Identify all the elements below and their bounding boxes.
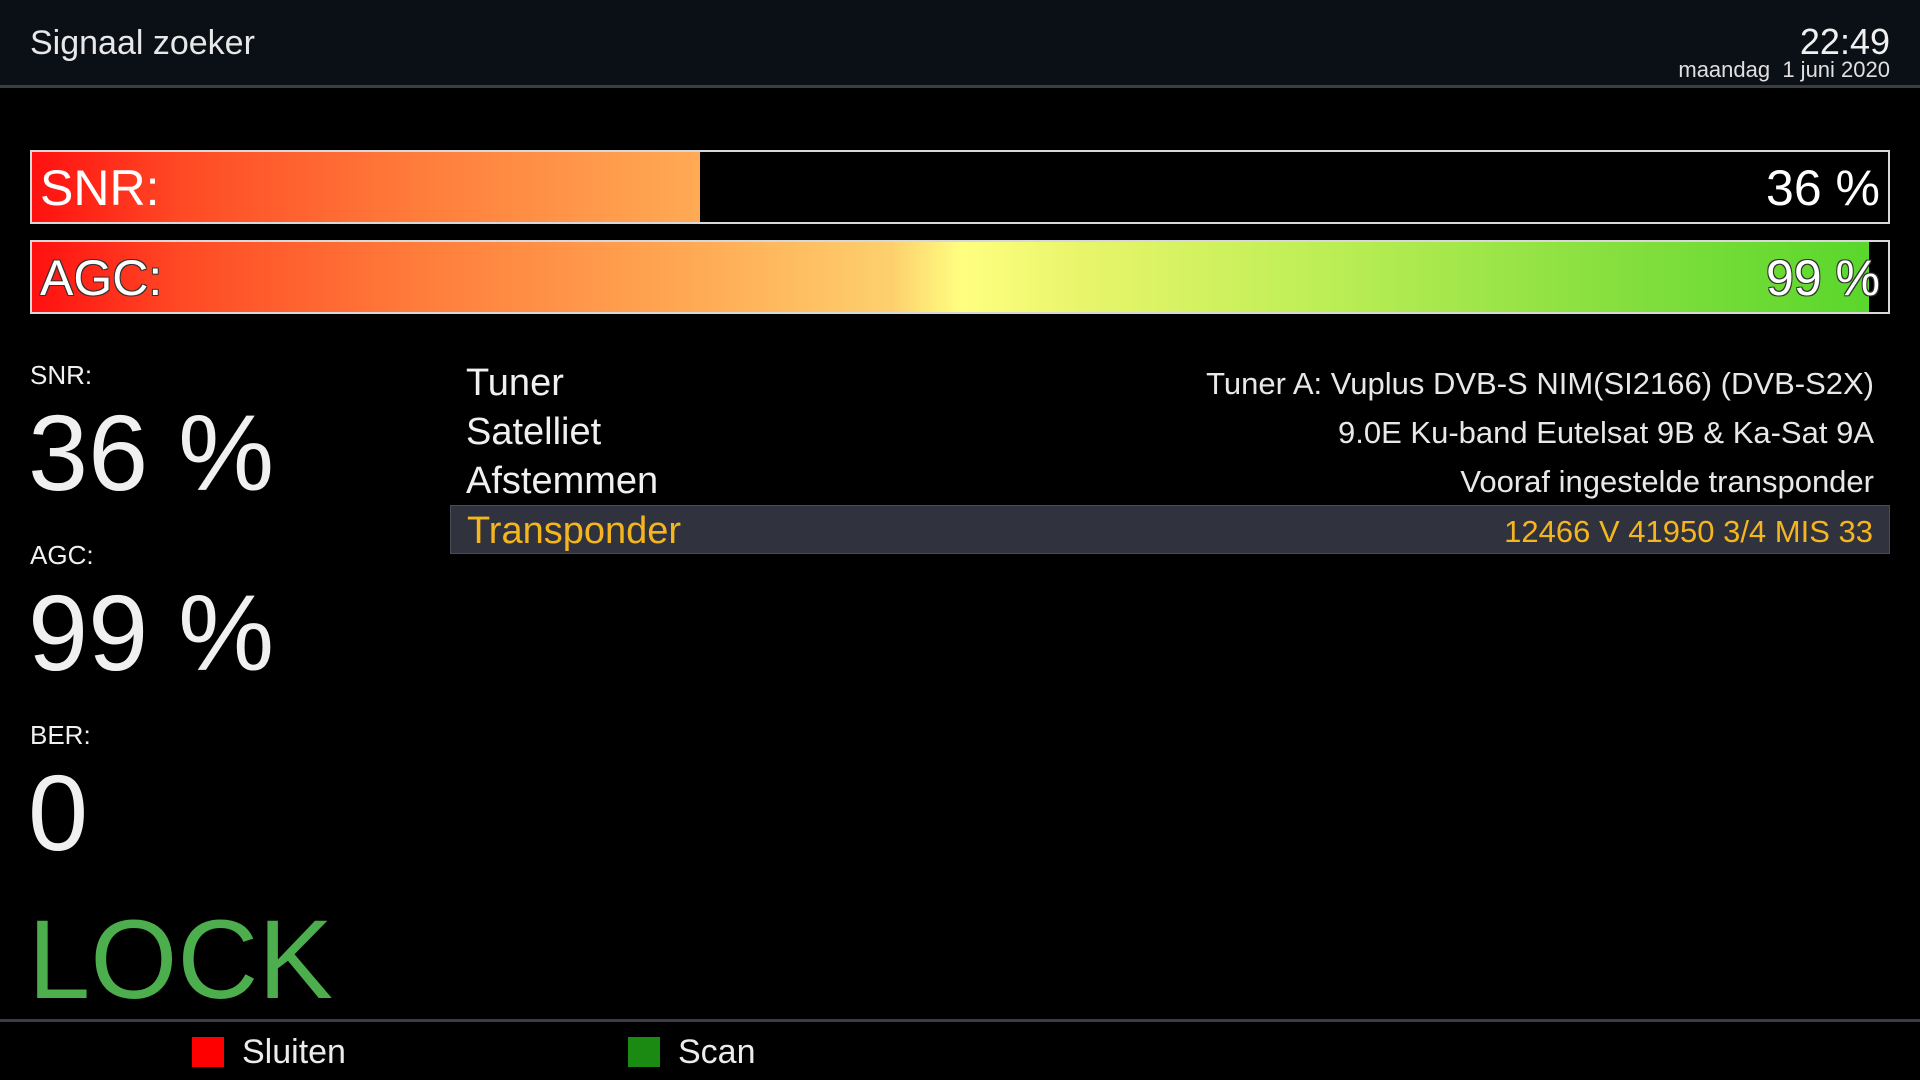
page-title: Signaal zoeker [30,24,255,62]
snr-bar-label: SNR: [40,160,160,216]
header-bar: Signaal zoeker 22:49 maandag 1 juni 2020 [0,0,1920,88]
scan-button-label[interactable]: Scan [678,1032,756,1072]
info-key: Tuner [466,362,564,404]
agc-stat-value: 99 % [28,572,275,693]
snr-level-bar: SNR: 36 % [30,150,1890,224]
agc-bar-value: 99 % [1766,250,1880,306]
info-row-satellite[interactable]: Satelliet 9.0E Ku-band Eutelsat 9B & Ka-… [450,407,1890,456]
tuner-info-list: Tuner Tuner A: Vuplus DVB-S NIM(SI2166) … [450,358,1890,554]
snr-bar-value: 36 % [1766,160,1880,216]
snr-stat-label: SNR: [30,360,93,390]
info-value: 12466 V 41950 3/4 MIS 33 [1504,514,1873,549]
info-row-tuner[interactable]: Tuner Tuner A: Vuplus DVB-S NIM(SI2166) … [450,358,1890,407]
footer-bar: Sluiten Scan [0,1019,1920,1080]
lock-status: LOCK [28,897,333,1022]
agc-bar-fill [32,242,1870,312]
ber-stat-value: 0 [28,752,89,873]
info-row-tuning[interactable]: Afstemmen Vooraf ingestelde transponder [450,456,1890,505]
close-button-label[interactable]: Sluiten [242,1032,346,1072]
clock-date: maandag 1 juni 2020 [1678,57,1890,82]
signal-finder-screen: Signaal zoeker 22:49 maandag 1 juni 2020… [0,0,1920,1080]
info-key: Afstemmen [466,460,659,502]
info-value: 9.0E Ku-band Eutelsat 9B & Ka-Sat 9A [1338,415,1874,450]
red-key-icon[interactable] [192,1037,224,1067]
info-value: Vooraf ingestelde transponder [1460,464,1874,499]
clock-time: 22:49 [1799,21,1890,62]
agc-bar-label: AGC: [40,250,163,306]
info-value: Tuner A: Vuplus DVB-S NIM(SI2166) (DVB-S… [1206,366,1874,401]
info-key: Satelliet [466,411,602,453]
info-row-transponder[interactable]: Transponder 12466 V 41950 3/4 MIS 33 [450,505,1890,554]
snr-stat-value: 36 % [28,392,275,513]
ber-stat-label: BER: [30,720,91,750]
agc-stat-label: AGC: [30,540,94,570]
info-key: Transponder [467,510,682,552]
green-key-icon[interactable] [628,1037,660,1067]
agc-level-bar: AGC: 99 % [30,240,1890,314]
